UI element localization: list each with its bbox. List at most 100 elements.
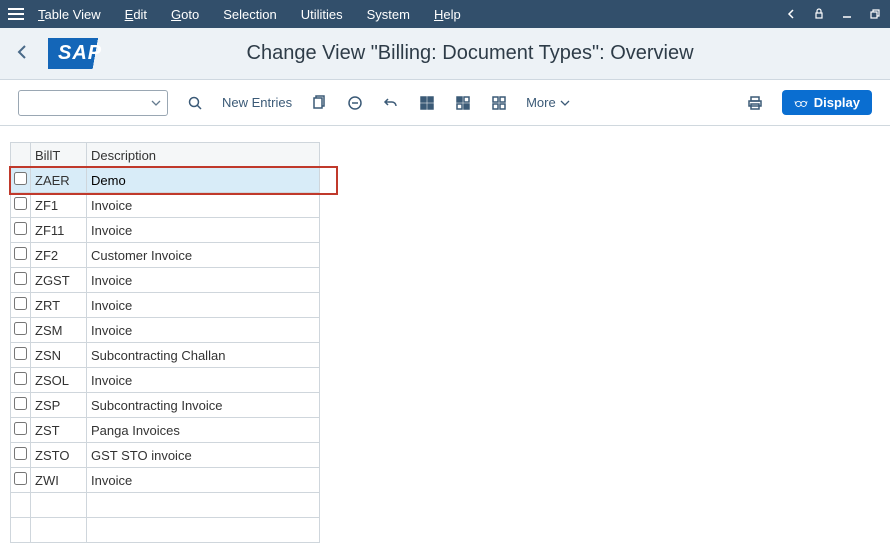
restore-icon[interactable] <box>868 7 882 21</box>
cell-billt[interactable]: ZST <box>31 418 87 443</box>
cell-description[interactable]: Subcontracting Challan <box>87 343 320 368</box>
row-checkbox[interactable] <box>14 272 27 285</box>
cell-description[interactable]: Invoice <box>87 293 320 318</box>
row-select[interactable] <box>11 318 31 343</box>
cell-description[interactable]: Invoice <box>87 468 320 493</box>
row-select[interactable] <box>11 393 31 418</box>
cell-description[interactable]: Invoice <box>87 218 320 243</box>
cell-billt[interactable]: ZRT <box>31 293 87 318</box>
col-billt[interactable]: BillT <box>31 143 87 168</box>
print-icon[interactable] <box>746 94 764 112</box>
row-checkbox[interactable] <box>14 397 27 410</box>
cell-billt[interactable]: ZWI <box>31 468 87 493</box>
cell-billt[interactable]: ZSN <box>31 343 87 368</box>
cell-billt[interactable] <box>31 493 87 518</box>
table-row: ZF1Invoice <box>11 193 320 218</box>
new-entries-button[interactable]: New Entries <box>222 95 292 110</box>
menu-selection[interactable]: Selection <box>223 7 276 22</box>
cell-description[interactable]: Subcontracting Invoice <box>87 393 320 418</box>
table-row-empty <box>11 518 320 543</box>
glasses-icon <box>794 96 808 110</box>
cell-billt[interactable]: ZAER <box>31 168 87 193</box>
back-button[interactable] <box>14 44 30 63</box>
table-row: ZSOLInvoice <box>11 368 320 393</box>
cell-description[interactable]: GST STO invoice <box>87 443 320 468</box>
titlebar: SAP Change View "Billing: Document Types… <box>0 28 890 80</box>
row-checkbox[interactable] <box>14 197 27 210</box>
row-checkbox[interactable] <box>14 472 27 485</box>
col-desc[interactable]: Description <box>87 143 320 168</box>
table-row: ZGSTInvoice <box>11 268 320 293</box>
table-row: ZSTPanga Invoices <box>11 418 320 443</box>
row-checkbox[interactable] <box>14 172 27 185</box>
table-row: ZSMInvoice <box>11 318 320 343</box>
row-checkbox[interactable] <box>14 222 27 235</box>
more-menu[interactable]: More <box>526 95 570 110</box>
cell-billt[interactable] <box>31 518 87 543</box>
cell-description[interactable] <box>87 518 320 543</box>
row-checkbox[interactable] <box>14 322 27 335</box>
menu-goto[interactable]: Goto <box>171 7 199 22</box>
cell-description[interactable] <box>87 493 320 518</box>
menu-edit[interactable]: Edit <box>125 7 147 22</box>
row-checkbox[interactable] <box>14 447 27 460</box>
row-select[interactable] <box>11 343 31 368</box>
cell-description[interactable]: Invoice <box>87 368 320 393</box>
cell-billt[interactable]: ZSTO <box>31 443 87 468</box>
billing-table-wrap: BillT Description ZAERZF1InvoiceZF11Invo… <box>10 142 320 543</box>
cell-description[interactable]: Panga Invoices <box>87 418 320 443</box>
cell-billt[interactable]: ZF11 <box>31 218 87 243</box>
row-select[interactable] <box>11 268 31 293</box>
menu-system[interactable]: System <box>367 7 410 22</box>
row-select[interactable] <box>11 243 31 268</box>
row-select[interactable] <box>11 418 31 443</box>
row-select[interactable] <box>11 218 31 243</box>
cell-description[interactable]: Invoice <box>87 268 320 293</box>
menu-utilities[interactable]: Utilities <box>301 7 343 22</box>
delete-icon[interactable] <box>346 94 364 112</box>
menu-help[interactable]: Help <box>434 7 461 22</box>
select-all-icon[interactable] <box>418 94 436 112</box>
cell-description[interactable] <box>87 168 320 193</box>
cell-description[interactable]: Invoice <box>87 318 320 343</box>
display-button[interactable]: Display <box>782 90 872 115</box>
cell-billt[interactable]: ZF1 <box>31 193 87 218</box>
row-select[interactable] <box>11 293 31 318</box>
cell-billt[interactable]: ZGST <box>31 268 87 293</box>
deselect-all-icon[interactable] <box>490 94 508 112</box>
command-field[interactable] <box>18 90 168 116</box>
row-checkbox[interactable] <box>14 347 27 360</box>
table-row: ZWIInvoice <box>11 468 320 493</box>
minimize-icon[interactable] <box>840 7 854 21</box>
lock-icon[interactable] <box>812 7 826 21</box>
col-select[interactable] <box>11 143 31 168</box>
cell-billt[interactable]: ZF2 <box>31 243 87 268</box>
description-input[interactable] <box>91 168 315 192</box>
row-select[interactable] <box>11 493 31 518</box>
toolbar: New Entries More Display <box>0 80 890 126</box>
cell-description[interactable]: Customer Invoice <box>87 243 320 268</box>
menu-table-view[interactable]: Table View <box>38 7 101 22</box>
copy-as-icon[interactable] <box>310 94 328 112</box>
chevron-down-icon <box>151 98 161 108</box>
cell-billt[interactable]: ZSP <box>31 393 87 418</box>
cell-billt[interactable]: ZSM <box>31 318 87 343</box>
row-select[interactable] <box>11 168 31 193</box>
row-checkbox[interactable] <box>14 247 27 260</box>
row-select[interactable] <box>11 518 31 543</box>
row-checkbox[interactable] <box>14 422 27 435</box>
select-block-icon[interactable] <box>454 94 472 112</box>
row-checkbox[interactable] <box>14 297 27 310</box>
chevron-left-icon[interactable] <box>784 7 798 21</box>
table-row: ZSNSubcontracting Challan <box>11 343 320 368</box>
hamburger-menu-icon[interactable] <box>8 8 24 20</box>
row-select[interactable] <box>11 193 31 218</box>
row-checkbox[interactable] <box>14 372 27 385</box>
find-icon[interactable] <box>186 94 204 112</box>
cell-description[interactable]: Invoice <box>87 193 320 218</box>
undo-icon[interactable] <box>382 94 400 112</box>
row-select[interactable] <box>11 468 31 493</box>
cell-billt[interactable]: ZSOL <box>31 368 87 393</box>
row-select[interactable] <box>11 368 31 393</box>
row-select[interactable] <box>11 443 31 468</box>
